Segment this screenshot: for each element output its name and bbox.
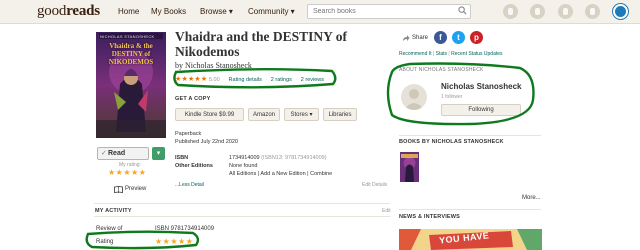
less-detail-link[interactable]: ...Less Detail xyxy=(175,182,204,188)
notifications-icon[interactable] xyxy=(503,4,518,19)
edit-details-link[interactable]: Edit Details xyxy=(362,182,387,188)
pinterest-icon[interactable]: p xyxy=(470,31,483,44)
shelf-status-button[interactable]: ✓ Read xyxy=(97,147,149,160)
more-books-link[interactable]: More... xyxy=(522,195,541,201)
activity-edit-link[interactable]: Edit xyxy=(382,208,391,214)
isbn13: (ISBN13: 9781734914009) xyxy=(261,155,327,161)
search-input[interactable] xyxy=(307,4,471,19)
status-updates-link[interactable]: Recent Status Updates xyxy=(451,51,502,57)
news-interviews-heading: NEWS & INTERVIEWS xyxy=(399,214,461,220)
book-title: Vhaidra and the DESTINY of Nikodemos xyxy=(175,29,348,59)
nav-community[interactable]: Community ▾ xyxy=(248,7,295,16)
stores-dropdown[interactable]: Stores ▾ xyxy=(284,108,319,121)
isbn-value: 1734914009 (ISBN13: 9781734914009) xyxy=(229,155,327,161)
nav-home[interactable]: Home xyxy=(118,7,139,16)
book-preview-icon[interactable] xyxy=(114,186,123,193)
check-icon: ✓ xyxy=(101,150,107,157)
goodreads-logo[interactable]: goodreads xyxy=(37,3,100,20)
average-rating-value: 5.00 xyxy=(208,77,220,83)
activity-divider-2 xyxy=(94,216,390,217)
stats-link[interactable]: Stats xyxy=(436,51,447,57)
book-action-links: Recommend It | Stats | Recent Status Upd… xyxy=(399,51,503,57)
review-of-value: ISBN 9781734914009 xyxy=(155,226,215,232)
author-book-thumbnail-art xyxy=(400,152,419,182)
recommend-it-link[interactable]: Recommend It xyxy=(399,51,432,57)
activity-divider xyxy=(94,203,390,204)
review-of-label: Review of xyxy=(96,226,123,232)
isbn10: 1734914009 xyxy=(229,155,260,161)
about-author-heading: ABOUT NICHOLAS STANOSHECK xyxy=(399,67,484,73)
amazon-button[interactable]: Amazon xyxy=(248,108,280,121)
other-editions-label: Other Editions xyxy=(175,163,213,169)
ratings-count-link[interactable]: 2 ratings xyxy=(271,77,292,83)
shelf-status-label: Read xyxy=(108,150,126,157)
libraries-button[interactable]: Libraries xyxy=(323,108,357,121)
edition-links: All Editions | Add a New Edition | Combi… xyxy=(229,171,332,177)
profile-avatar-icon[interactable] xyxy=(613,4,628,19)
avatar-placeholder-icon xyxy=(404,89,424,110)
nav-my-books[interactable]: My Books xyxy=(151,7,186,16)
books-by-author-heading: BOOKS BY NICHOLAS STANOSHECK xyxy=(399,139,504,145)
logo-prefix: good xyxy=(37,3,67,19)
sidebar-divider xyxy=(399,135,541,136)
get-a-copy-heading: GET A COPY xyxy=(175,96,211,102)
top-nav-bar: goodreads Home My Books Browse ▾ Communi… xyxy=(0,0,640,24)
edition-links-text[interactable]: All Editions | Add a New Edition | Combi… xyxy=(229,171,332,177)
book-format: Paperback xyxy=(175,131,202,137)
facebook-icon[interactable]: f xyxy=(434,31,447,44)
activity-rating-stars[interactable]: ★★★★★ xyxy=(155,237,193,246)
nav-browse[interactable]: Browse ▾ xyxy=(200,7,233,16)
rating-summary: ★★★★★ 5.00 · Rating details · 2 ratings … xyxy=(175,76,325,83)
book-cover[interactable]: NICHOLAS STANOSHECK Vhaidra & the DESTIN… xyxy=(96,32,166,138)
average-rating-stars: ★★★★★ xyxy=(175,76,208,83)
isbn-label: ISBN xyxy=(175,155,189,161)
kindle-store-button[interactable]: Kindle Store $9.99 xyxy=(175,108,244,121)
twitter-icon[interactable]: t xyxy=(452,31,465,44)
sidebar-divider-2 xyxy=(399,209,541,210)
author-name-link[interactable]: Nicholas Stanosheck xyxy=(441,82,521,91)
activity-rating-label: Rating xyxy=(96,239,114,245)
reviews-count-link[interactable]: 2 reviews xyxy=(301,77,324,83)
rating-details-link[interactable]: Rating details xyxy=(229,77,262,83)
publication-date: Published July 22nd 2020 xyxy=(175,139,238,145)
my-activity-heading: MY ACTIVITY xyxy=(95,208,132,214)
shelf-dropdown-button[interactable]: ▾ xyxy=(152,147,165,160)
discussions-icon[interactable] xyxy=(530,4,545,19)
logo-suffix: reads xyxy=(66,3,100,19)
author-avatar[interactable] xyxy=(401,84,427,110)
messages-icon[interactable] xyxy=(558,4,573,19)
book-author[interactable]: by Nicholas Stanosheck xyxy=(175,61,252,70)
cover-title-text: Vhaidra & the DESTINY of NIKODEMOS xyxy=(108,42,154,66)
share-icon[interactable] xyxy=(402,34,410,42)
search-icon[interactable] xyxy=(458,6,467,15)
friends-icon[interactable] xyxy=(585,4,600,19)
other-editions-value: None found xyxy=(229,163,258,169)
author-book-thumbnail[interactable] xyxy=(400,152,419,182)
following-button[interactable]: Following xyxy=(441,104,521,116)
cover-author-text: NICHOLAS STANOSHECK xyxy=(100,34,155,39)
follower-count: 1 follower xyxy=(441,94,463,100)
preview-link[interactable]: Preview xyxy=(125,186,146,192)
my-rating-stars[interactable]: ★★★★★ xyxy=(108,168,146,177)
share-label[interactable]: Share xyxy=(412,35,428,41)
